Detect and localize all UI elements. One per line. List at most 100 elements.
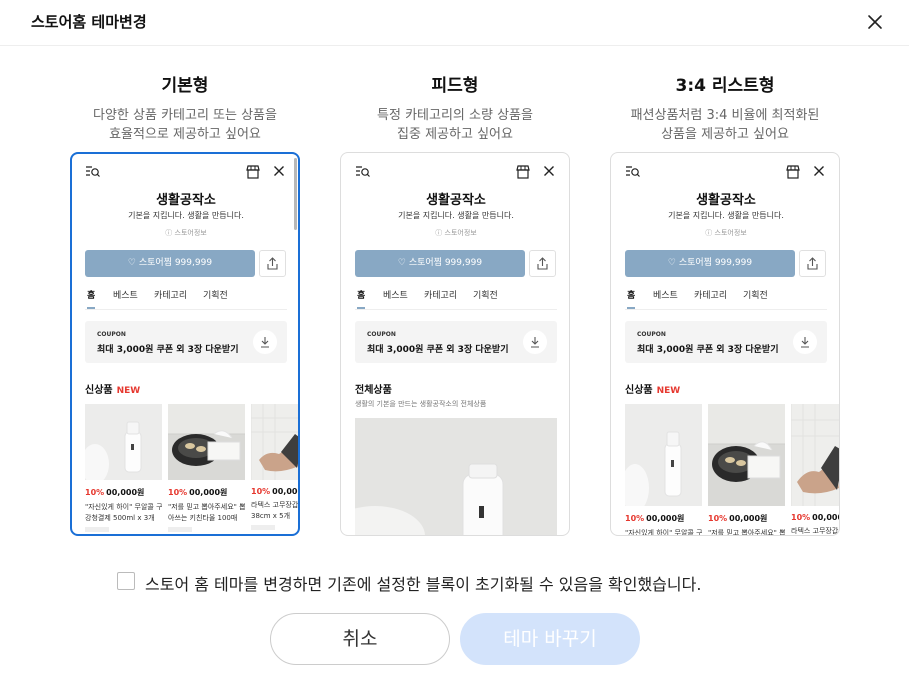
store-tabs: 홈 베스트 카테고리 기획전 [625,288,827,310]
coupon-text: 최대 3,000원 쿠폰 외 3장 다운받기 [367,345,509,355]
store-fav-button: ♡ 스토어찜 999,999 [625,250,795,277]
all-products-subtitle: 생활의 기본을 만드는 생활공작소의 전체상품 [355,400,487,408]
product-card: 10%00,000 라텍스 고무장갑 38cm x 5개 [251,404,299,530]
tab-category: 카테고리 [694,291,728,301]
tab-best: 베스트 [113,291,138,301]
share-icon [537,257,548,270]
product-image-kitchen [168,404,245,480]
search-menu-icon [626,166,640,177]
product-discount: 10% [85,488,105,497]
coupon-tag: COUPON [637,331,666,338]
tab-home: 홈 [357,288,366,309]
tab-event: 기획전 [743,291,768,301]
product-price: 00,000원 [189,488,228,497]
change-theme-button[interactable]: 테마 바꾸기 [460,613,640,665]
theme-option-basic: 기본형 다양한 상품 카테고리 또는 상품을 효율적으로 제공하고 싶어요 [70,74,300,144]
store-intro: 기본을 지킵니다. 생활을 만듭니다. [398,211,514,220]
tab-best: 베스트 [383,291,408,301]
product-list: 10%00,000원 "자신있게 하이" 무알콜 구 강청결제 500ml x … [625,404,840,536]
close-icon [868,15,882,29]
product-name: "자신있게 하이" 무알콜 구 강청결제 500ml x 3개 [85,503,162,522]
coupon-text: 최대 3,000원 쿠폰 외 3장 다운받기 [97,345,239,355]
product-discount: 10% [251,487,271,496]
theme-option-list34: 3:4 리스트형 패션상품처럼 3:4 비율에 최적화된 상품을 제공하고 싶어… [610,74,840,144]
new-badge: NEW [116,386,141,396]
all-products-heading: 전체상품 [355,385,392,396]
share-button [799,250,826,277]
store-name: 생활공작소 [696,193,756,208]
download-icon [801,337,809,348]
coupon-text: 최대 3,000원 쿠폰 외 3장 다운받기 [637,345,779,355]
new-badge: NEW [656,386,681,396]
share-icon [267,257,278,270]
product-image-gloves [251,404,298,480]
store-info-link: ⓘ 스토어정보 [165,229,207,237]
search-menu-icon [86,166,100,177]
product-card: 10%00,000원 "자신있게 하이" 무알콜 구 강청결제 500ml x … [85,404,162,532]
product-name: "저를 믿고 뽑아주세요" 뽑 아쓰는 키친타올 100매 [168,503,245,522]
product-discount: 10% [708,514,728,523]
theme-preview-card-feed[interactable]: 생활공작소 기본을 지킵니다. 생활을 만듭니다. ⓘ 스토어정보 ♡ 스토어찜… [340,152,570,536]
share-button [259,250,286,277]
product-list: 10% 00,000원 "자신있게 하이" 무알콜 구 강청결제 500ml x … [85,404,299,534]
preview-scrollbar[interactable] [294,158,297,230]
product-price: 00,000원 [729,514,768,523]
product-card: 10%00,000원 "저를 믿고 뽑아주세요" 뽑 아쓰는 키친타올 100매 [708,404,785,536]
coupon-banner: COUPON 최대 3,000원 쿠폰 외 3장 다운받기 [355,321,557,363]
product-discount: 10% [791,513,811,522]
product-price: 00,000 [812,513,840,522]
theme-name: 기본형 [161,76,209,96]
search-menu-icon [356,166,370,177]
theme-name: 3:4 리스트형 [675,76,775,96]
close-button[interactable] [864,11,886,33]
tab-best: 베스트 [653,291,678,301]
store-icon [246,165,260,179]
product-image-bottle [625,404,702,506]
download-button [253,330,277,354]
coupon-banner: COUPON 최대 3,000원 쿠폰 외 3장 다운받기 [625,321,827,363]
download-icon [531,337,539,348]
cancel-button[interactable]: 취소 [270,613,450,665]
close-icon [544,166,554,176]
coupon-banner: COUPON 최대 3,000원 쿠폰 외 3장 다운받기 [85,321,287,363]
theme-option-feed: 피드형 특정 카테고리의 소량 상품을 집중 제공하고 싶어요 [340,74,570,144]
store-intro: 기본을 지킵니다. 생활을 만듭니다. [128,211,244,220]
store-fav-button: ♡ 스토어찜 999,999 [355,250,525,277]
share-button [529,250,556,277]
store-info-link: ⓘ 스토어정보 [705,229,747,237]
store-icon [516,165,530,179]
tab-home: 홈 [627,288,636,309]
theme-description: 다양한 상품 카테고리 또는 상품을 효율적으로 제공하고 싶어요 [93,108,277,142]
tab-home: 홈 [87,288,96,309]
confirm-label: 스토어 홈 테마를 변경하면 기존에 설정한 블록이 초기화될 수 있음을 확인… [145,575,702,594]
store-name: 생활공작소 [156,193,216,208]
new-products-heading: 신상품 NEW [85,385,141,396]
store-fav-button: ♡ 스토어찜 999,999 [85,250,255,277]
theme-preview-card-basic[interactable]: 생활공작소 기본을 지킵니다. 생활을 만듭니다. ⓘ 스토어정보 ♡ 스토어찜… [70,152,300,536]
store-icon [786,165,800,179]
new-products-heading: 신상품 NEW [625,385,681,396]
tab-event: 기획전 [473,291,498,301]
product-name: "저를 믿고 뽑아주세요" 뽑 아쓰는 키친타올 100매 [708,529,785,536]
theme-name: 피드형 [431,76,479,96]
product-name: 라텍스 고무장갑 38cm x 5개 [251,501,299,520]
share-icon [807,257,818,270]
product-card: 10%00,000원 "저를 믿고 뽑아주세요" 뽑 아쓰는 키친타올 100매 [168,404,245,532]
dialog-title: 스토어홈 테마변경 [31,13,147,31]
theme-description: 패션상품처럼 3:4 비율에 최적화된 상품을 제공하고 싶어요 [630,108,820,142]
close-icon [814,166,824,176]
store-intro: 기본을 지킵니다. 생활을 만듭니다. [668,211,784,220]
download-button [793,330,817,354]
theme-description: 특정 카테고리의 소량 상품을 집중 제공하고 싶어요 [377,108,533,142]
confirm-checkbox[interactable] [117,572,135,590]
tab-category: 카테고리 [154,291,188,301]
store-name: 생활공작소 [426,193,486,208]
product-image-gloves [791,404,839,506]
store-tabs: 홈 베스트 카테고리 기획전 [355,288,557,310]
download-icon [261,337,269,348]
tab-category: 카테고리 [424,291,458,301]
coupon-tag: COUPON [97,331,126,338]
product-discount: 10% [625,514,645,523]
download-button [523,330,547,354]
theme-preview-card-list34[interactable]: 생활공작소 기본을 지킵니다. 생활을 만듭니다. ⓘ 스토어정보 ♡ 스토어찜… [610,152,840,536]
